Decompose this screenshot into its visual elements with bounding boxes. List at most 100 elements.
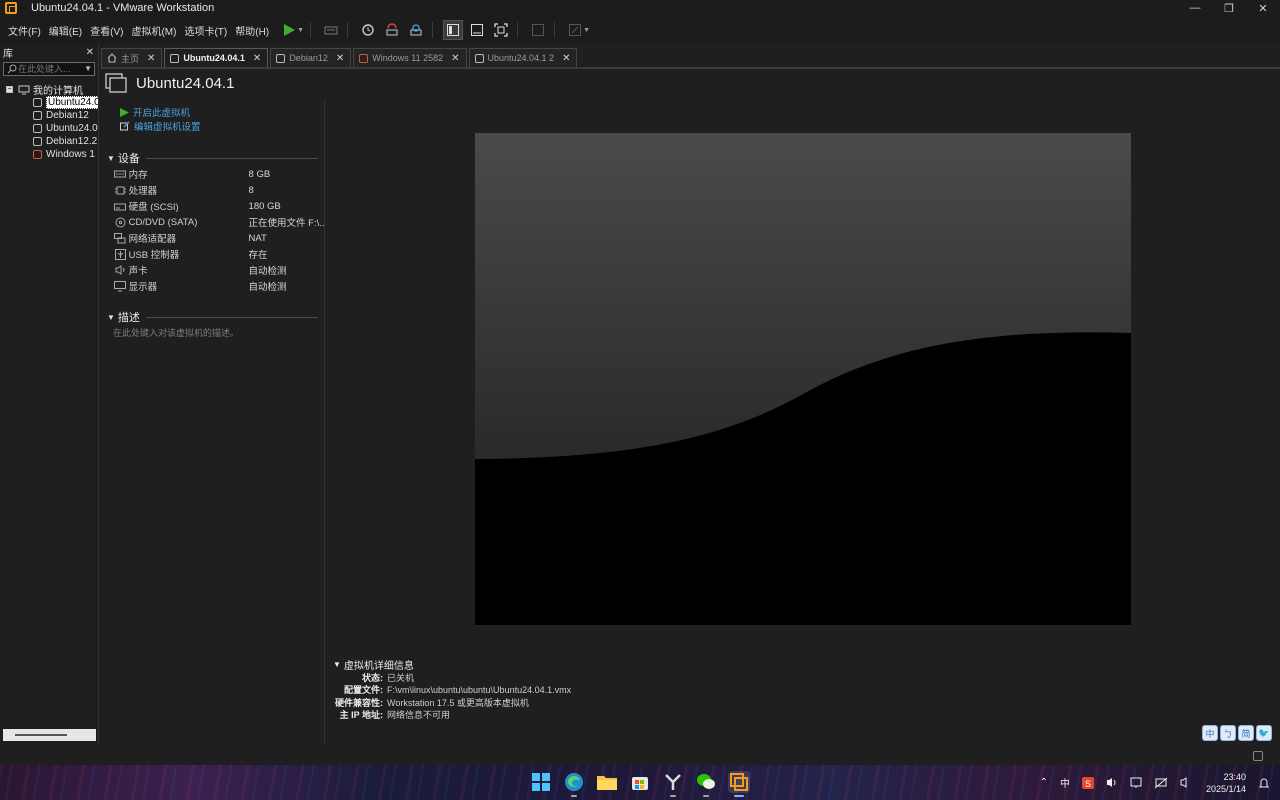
window-controls: — ❐ ✕ — [1178, 0, 1280, 16]
input-language[interactable]: 中 — [1060, 775, 1070, 790]
power-dropdown-icon[interactable]: ▼ — [297, 27, 304, 34]
tree-vm-ubuntu2404-2[interactable]: Ubuntu24.0 — [0, 122, 98, 135]
menu-edit[interactable]: 编辑(E) — [49, 21, 82, 40]
tab-home[interactable]: 主页 ✕ — [101, 48, 163, 67]
minimize-button[interactable]: — — [1178, 0, 1212, 16]
device-row-sound[interactable]: 声卡 自动检测 — [101, 262, 324, 278]
vm-icon — [170, 53, 180, 63]
power-on-vm-link[interactable]: 开启此虚拟机 — [120, 105, 324, 119]
close-tab-icon[interactable]: ✕ — [336, 53, 344, 64]
snapshot-button[interactable] — [358, 20, 378, 40]
device-row-disk[interactable]: 硬盘 (SCSI) 180 GB — [101, 198, 324, 214]
close-tab-icon[interactable]: ✕ — [562, 53, 570, 64]
wechat-button[interactable] — [695, 771, 717, 797]
menu-help[interactable]: 帮助(H) — [235, 21, 269, 40]
device-row-usb[interactable]: USB 控制器 存在 — [101, 246, 324, 262]
sogou-ime-icon[interactable]: S — [1081, 776, 1094, 789]
tree-vm-debian12-2[interactable]: Debian12.2 — [0, 135, 98, 148]
ime-punctuation-button[interactable]: ㄅ — [1220, 725, 1236, 741]
notification-icon[interactable] — [1130, 777, 1142, 789]
vmware-taskbar-button[interactable] — [728, 771, 750, 797]
device-name: USB 控制器 — [128, 250, 180, 261]
notification-center-icon[interactable] — [1258, 777, 1270, 789]
restore-button[interactable]: ❐ — [1212, 0, 1246, 16]
search-dropdown-icon[interactable]: ▼ — [84, 64, 92, 73]
vm-screen-preview[interactable] — [475, 133, 1131, 625]
full-screen-button[interactable] — [491, 20, 511, 40]
home-icon — [107, 53, 117, 63]
tab-windows11[interactable]: Windows 11 2582 ✕ — [353, 48, 467, 67]
taskbar-clock[interactable]: 23:40 2025/1/14 — [1206, 771, 1246, 795]
ime-simplified-button[interactable]: 简 — [1238, 725, 1254, 741]
tree-vm-label: Debian12.2 — [46, 136, 98, 147]
close-tab-icon[interactable]: ✕ — [253, 53, 261, 64]
vm-icon — [33, 98, 42, 107]
device-row-network[interactable]: 网络适配器 NAT — [101, 230, 324, 246]
thumbnail-bar-button[interactable] — [467, 20, 487, 40]
file-explorer-button[interactable] — [596, 771, 618, 793]
toolbar-divider — [310, 22, 312, 38]
library-title: 库 — [3, 48, 13, 60]
library-horizontal-scrollbar[interactable] — [3, 729, 96, 741]
scrollbar-thumb[interactable] — [15, 734, 67, 736]
start-button[interactable] — [530, 771, 552, 793]
send-ctrl-alt-del-button[interactable] — [321, 20, 341, 40]
library-header: 库 ✕ — [0, 44, 98, 60]
windows-taskbar: ⌃ 中 S 23:40 2025/1/14 — [0, 765, 1280, 800]
devices-section-header[interactable]: ▼ 设备 — [107, 151, 324, 165]
library-search-input[interactable] — [18, 64, 88, 74]
volume-icon[interactable] — [1106, 777, 1118, 788]
close-tab-icon[interactable]: ✕ — [451, 53, 459, 64]
description-section-header[interactable]: ▼ 描述 — [107, 310, 324, 324]
collapse-icon[interactable]: − — [6, 86, 13, 93]
close-window-button[interactable]: ✕ — [1246, 0, 1280, 16]
menu-tabs[interactable]: 选项卡(T) — [184, 21, 227, 40]
stretch-guest-button[interactable] — [565, 20, 585, 40]
display-icon — [114, 280, 127, 292]
edit-vm-settings-link[interactable]: 编辑虚拟机设置 — [120, 119, 324, 133]
clock-time: 23:40 — [1223, 771, 1246, 782]
ime-settings-button[interactable]: 🐦 — [1256, 725, 1272, 741]
device-name: CD/DVD (SATA) — [128, 216, 198, 228]
show-library-button[interactable] — [443, 20, 464, 40]
search-icon — [7, 64, 17, 74]
usb-icon — [114, 248, 127, 260]
tree-vm-debian12[interactable]: Debian12 — [0, 109, 98, 122]
tab-debian12[interactable]: Debian12 ✕ — [270, 48, 352, 67]
tab-label: Windows 11 2582 — [372, 53, 444, 63]
device-row-cpu[interactable]: 处理器 8 — [101, 182, 324, 198]
detail-key: 状态: — [362, 672, 383, 683]
menu-view[interactable]: 查看(V) — [90, 21, 123, 40]
tab-ubuntu2404-2[interactable]: Ubuntu24.04.1 2 ✕ — [468, 48, 578, 67]
show-hidden-icons-icon[interactable]: ⌃ — [1040, 777, 1048, 788]
stretch-dropdown-icon[interactable]: ▼ — [583, 27, 590, 34]
system-tray: ⌃ 中 S 23:40 2025/1/14 — [1028, 765, 1270, 800]
details-header[interactable]: ▼ 虚拟机详细信息 — [333, 657, 571, 672]
device-row-cdrom[interactable]: CD/DVD (SATA) 正在使用文件 F:\... — [101, 214, 324, 230]
speaker-icon[interactable] — [1180, 777, 1192, 788]
terminal-app-button[interactable] — [662, 771, 684, 797]
device-row-memory[interactable]: 内存 8 GB — [101, 166, 324, 182]
tree-vm-ubuntu2404[interactable]: Ubuntu24.0 — [0, 96, 98, 109]
device-row-display[interactable]: 显示器 自动检测 — [101, 278, 324, 294]
devices-title: 设备 — [117, 153, 140, 165]
tab-ubuntu2404[interactable]: Ubuntu24.04.1 ✕ — [164, 48, 269, 67]
menu-vm[interactable]: 虚拟机(M) — [131, 21, 176, 40]
title-bar: Ubuntu24.04.1 - VMware Workstation — ❐ ✕ — [0, 0, 1280, 16]
edge-browser-button[interactable] — [563, 771, 585, 797]
network-status-icon[interactable] — [1154, 777, 1168, 789]
resize-grip-icon[interactable] — [1253, 751, 1263, 761]
description-text[interactable]: 在此处键入对该虚拟机的描述。 — [113, 326, 324, 339]
close-tab-icon[interactable]: ✕ — [147, 53, 155, 64]
snapshot-manager-button[interactable] — [406, 20, 426, 40]
tree-root-my-computer[interactable]: − 我的计算机 — [0, 83, 98, 96]
revert-snapshot-button[interactable] — [382, 20, 402, 40]
power-on-button[interactable] — [279, 20, 299, 40]
tree-vm-windows11[interactable]: Windows 1 — [0, 148, 98, 161]
ime-chinese-mode-button[interactable]: 中 — [1202, 725, 1218, 741]
unity-button[interactable] — [528, 20, 548, 40]
edge-icon — [565, 773, 583, 791]
store-button[interactable] — [629, 771, 651, 793]
menu-file[interactable]: 文件(F) — [8, 21, 41, 40]
close-library-icon[interactable]: ✕ — [86, 47, 94, 58]
